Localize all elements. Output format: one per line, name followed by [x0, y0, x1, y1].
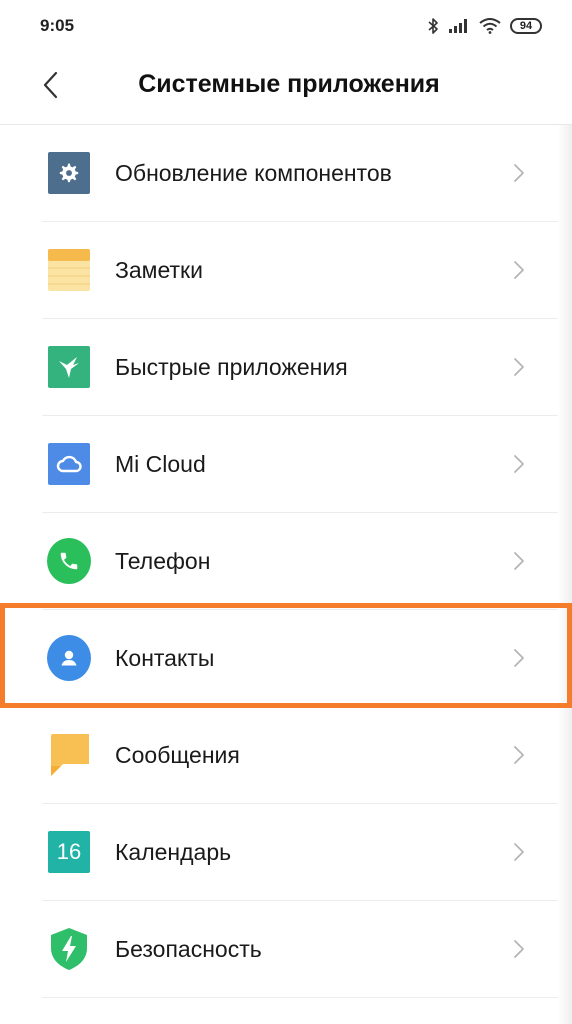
header: Системные приложения	[0, 52, 572, 122]
item-label: Безопасность	[115, 936, 262, 962]
list-item-calendar[interactable]: 16 Календарь	[0, 804, 572, 901]
chevron-right-icon	[514, 164, 524, 182]
phone-icon	[47, 538, 91, 584]
chevron-right-icon	[514, 358, 524, 376]
scroll-edge-shade	[558, 125, 572, 1024]
chevron-right-icon	[514, 746, 524, 764]
list-item-security[interactable]: Безопасность	[0, 901, 572, 998]
list-item-quick-apps[interactable]: Быстрые приложения	[0, 319, 572, 416]
list-item-messages[interactable]: Сообщения	[0, 707, 572, 804]
screen: 9:05 94 Системные приложения Обновление …	[0, 0, 572, 1024]
notes-icon	[47, 248, 91, 292]
status-time: 9:05	[40, 16, 75, 35]
list-item-contacts[interactable]: Контакты	[0, 610, 572, 707]
chevron-right-icon	[514, 261, 524, 279]
item-label: Контакты	[115, 645, 215, 671]
battery-level: 94	[519, 20, 533, 32]
list-item-phone[interactable]: Телефон	[0, 513, 572, 610]
status-icons: 94	[428, 14, 542, 38]
item-label: Сообщения	[115, 742, 240, 768]
chevron-right-icon	[514, 940, 524, 958]
list-item-mi-cloud[interactable]: Mi Cloud	[0, 416, 572, 513]
chevron-right-icon	[514, 552, 524, 570]
list-item-component-updates[interactable]: Обновление компонентов	[0, 125, 572, 222]
item-label: Заметки	[115, 257, 203, 283]
item-label: Телефон	[115, 548, 211, 574]
chevron-right-icon	[514, 455, 524, 473]
list-item-notes[interactable]: Заметки	[0, 222, 572, 319]
chevron-right-icon	[514, 649, 524, 667]
battery-icon: 94	[510, 18, 542, 34]
wifi-icon	[479, 18, 501, 34]
item-label: Календарь	[115, 839, 232, 865]
item-label: Mi Cloud	[115, 451, 206, 477]
chevron-right-icon	[514, 843, 524, 861]
hummingbird-icon	[47, 345, 91, 389]
shield-icon	[47, 927, 91, 971]
item-label: Обновление компонентов	[115, 160, 392, 186]
calendar-icon: 16	[47, 830, 91, 874]
page-title: Системные приложения	[138, 70, 440, 98]
divider	[42, 997, 558, 998]
gear-icon	[47, 151, 91, 195]
system-apps-list: Обновление компонентов Заметки Быстрые п…	[0, 125, 572, 998]
contact-icon	[47, 635, 91, 681]
status-bar: 9:05 94	[0, 0, 572, 52]
cloud-icon	[47, 442, 91, 486]
calendar-date: 16	[56, 839, 82, 864]
signal-icon	[449, 19, 467, 33]
bluetooth-icon	[428, 18, 438, 34]
item-label: Быстрые приложения	[115, 354, 348, 380]
message-icon	[47, 733, 91, 777]
